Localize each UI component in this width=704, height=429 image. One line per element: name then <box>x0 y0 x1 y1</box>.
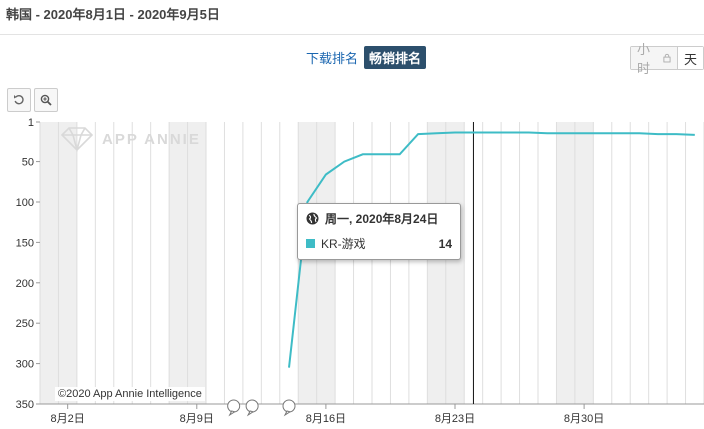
x-tick-label: 8月23日 <box>435 413 475 425</box>
tooltip-series-name: KR-游戏 <box>321 237 366 251</box>
app-annie-watermark: APP ANNIE <box>60 126 201 152</box>
x-tick-label: 8月30日 <box>564 413 604 425</box>
event-marker-icon[interactable] <box>227 399 241 417</box>
y-tick-label: 350 <box>16 399 34 411</box>
watermark-text: APP ANNIE <box>102 130 201 148</box>
y-tick-label: 1 <box>28 117 34 129</box>
chart-tooltip: 周一, 2020年8月24日 KR-游戏 14 <box>297 203 461 260</box>
y-tick-label: 150 <box>16 237 34 249</box>
globe-icon <box>306 212 319 225</box>
copyright-label: ©2020 App Annie Intelligence <box>55 387 205 401</box>
x-tick-label: 8月9日 <box>180 413 214 425</box>
x-tick-label: 8月2日 <box>51 413 85 425</box>
diamond-logo-icon <box>60 127 94 152</box>
y-tick-label: 100 <box>16 197 34 209</box>
x-tick-label: 8月16日 <box>306 413 346 425</box>
y-tick-label: 300 <box>16 359 34 371</box>
y-tick-label: 250 <box>16 318 34 330</box>
y-tick-label: 50 <box>22 157 34 169</box>
event-marker-icon[interactable] <box>282 399 296 417</box>
event-marker-icon[interactable] <box>245 399 259 417</box>
y-tick-label: 200 <box>16 278 34 290</box>
tooltip-value: 14 <box>438 236 452 251</box>
tooltip-date: 周一, 2020年8月24日 <box>325 212 439 226</box>
series-swatch <box>306 239 315 248</box>
